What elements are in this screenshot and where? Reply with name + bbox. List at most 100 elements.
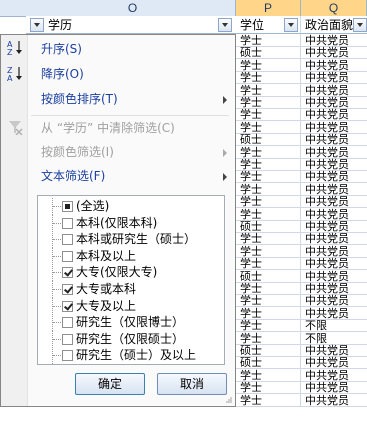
cell-degree[interactable]: 学士 — [236, 232, 301, 246]
cell-degree[interactable]: 学士 — [236, 306, 301, 320]
filter-dropdown-button-degree[interactable] — [284, 18, 298, 32]
menu-item-sort-descending[interactable]: 降序(O) — [27, 63, 235, 85]
filter-list-item[interactable]: 本科及以上 — [44, 247, 220, 265]
cell-political-status[interactable]: 中共党员 — [301, 183, 367, 196]
cell-degree[interactable]: 学士 — [236, 182, 301, 196]
filter-list-item[interactable]: 研究生（仅限硕士） — [44, 330, 220, 348]
cell-political-status[interactable]: 不限 — [301, 319, 367, 332]
menu-item-text-filters[interactable]: 文本筛选(F) — [27, 165, 235, 187]
cell-degree[interactable]: 学士 — [236, 34, 301, 47]
cell-degree[interactable]: 硕士 — [236, 220, 301, 233]
checkbox[interactable] — [62, 317, 73, 329]
cell-political-status[interactable]: 中共党员 — [301, 208, 367, 221]
checkbox[interactable] — [62, 250, 73, 262]
filter-list-item[interactable]: (全选) — [44, 198, 220, 215]
cell-political-status[interactable]: 中共党员 — [301, 394, 367, 407]
cell-political-status[interactable]: 中共党员 — [301, 369, 367, 382]
cell-degree[interactable]: 硕士 — [236, 133, 301, 147]
filter-list-item[interactable]: 大专(仅限大专) — [44, 264, 220, 282]
cell-political-status[interactable]: 中共党员 — [301, 245, 367, 258]
cell-degree[interactable]: 硕士 — [236, 46, 301, 60]
cell-degree[interactable]: 学士 — [236, 368, 301, 382]
cell-degree[interactable]: 学士 — [236, 294, 301, 308]
cell-political-status[interactable]: 中共党员 — [301, 232, 367, 245]
cell-political-status[interactable]: 中共党员 — [301, 96, 367, 109]
cell-political-status[interactable]: 不限 — [301, 332, 367, 345]
cell-political-status[interactable]: 中共党员 — [301, 158, 367, 171]
cell-political-status[interactable]: 中共党员 — [301, 344, 367, 357]
filter-list-item[interactable]: 大专及以上 — [44, 297, 220, 315]
checkbox[interactable] — [62, 284, 73, 295]
cell-degree[interactable]: 学士 — [236, 207, 301, 221]
checkbox[interactable] — [62, 201, 73, 212]
filter-list-item[interactable]: 大专或本科 — [44, 281, 220, 298]
resize-grip-icon[interactable] — [225, 396, 233, 404]
column-letter-o[interactable]: O — [30, 0, 236, 16]
menu-item-clear-filter[interactable]: 从 “学历” 中清除筛选(C) — [27, 117, 235, 139]
cell-political-status[interactable]: 中共党员 — [301, 294, 367, 307]
cell-degree[interactable]: 学士 — [236, 331, 301, 345]
cell-political-status[interactable]: 中共党员 — [301, 257, 367, 270]
table-row: 学士 中共党员 — [236, 158, 367, 171]
column-letter-q[interactable]: Q — [301, 0, 367, 16]
filter-list-item[interactable]: 研究生（硕士）及以上 — [44, 347, 220, 365]
cell-political-status[interactable]: 中共党员 — [301, 146, 367, 159]
cell-degree[interactable]: 学士 — [236, 257, 301, 271]
cell-degree[interactable]: 硕士 — [236, 356, 301, 370]
cell-degree[interactable]: 学士 — [236, 108, 301, 122]
column-letter-p[interactable]: P — [236, 0, 301, 16]
cell-degree[interactable]: 学士 — [236, 282, 301, 295]
cell-political-status[interactable]: 中共党员 — [301, 108, 367, 121]
table-row: 硕士 中共党员 — [236, 269, 367, 283]
cell-degree[interactable]: 学士 — [236, 244, 301, 258]
checkbox[interactable] — [62, 267, 73, 279]
filter-dropdown-button-political-status[interactable] — [353, 18, 367, 32]
cell-degree[interactable]: 学士 — [236, 120, 301, 134]
cell-degree[interactable]: 学士 — [236, 71, 301, 85]
cell-political-status[interactable]: 中共党员 — [301, 133, 367, 146]
filter-dropdown-button-education[interactable] — [30, 18, 44, 32]
cell-political-status[interactable]: 中共党员 — [301, 381, 367, 394]
checkbox[interactable] — [62, 300, 73, 312]
cell-political-status[interactable]: 中共党员 — [301, 170, 367, 183]
checkbox[interactable] — [62, 234, 73, 246]
cell-degree[interactable]: 学士 — [236, 381, 301, 395]
cell-political-status[interactable]: 中共党员 — [301, 307, 367, 320]
cell-degree[interactable]: 学士 — [236, 195, 301, 209]
cell-degree[interactable]: 学士 — [236, 170, 301, 184]
cell-degree[interactable]: 学士 — [236, 58, 301, 72]
cell-political-status[interactable]: 中共党员 — [301, 282, 367, 295]
filter-list-item[interactable]: 研究生（仅限博士） — [44, 314, 220, 332]
menu-item-filter-by-color[interactable]: 按颜色筛选(I) — [27, 141, 235, 163]
cell-political-status[interactable]: 中共党员 — [301, 356, 367, 369]
cell-political-status[interactable]: 中共党员 — [301, 71, 367, 84]
filter-values-list[interactable]: (全选) 本科(仅限本科) 本科或研究生（硕士） 本科及以上 大专(仅限大专) 大专或本科… — [37, 195, 225, 365]
filter-item-label: 大专或本科 — [76, 282, 137, 296]
cell-degree[interactable]: 硕士 — [236, 269, 301, 283]
filter-dropdown-button-o[interactable] — [218, 18, 232, 32]
filter-list-item[interactable]: 本科(仅限本科) — [44, 214, 220, 232]
menu-item-sort-ascending[interactable]: 升序(S) — [27, 38, 235, 60]
cell-degree[interactable]: 学士 — [236, 158, 301, 171]
filter-list-item[interactable]: 本科或研究生（硕士） — [44, 231, 220, 249]
cell-political-status[interactable]: 中共党员 — [301, 34, 367, 47]
cell-political-status[interactable]: 中共党员 — [301, 84, 367, 97]
cell-degree[interactable]: 硕士 — [236, 344, 301, 357]
cell-political-status[interactable]: 中共党员 — [301, 270, 367, 283]
cell-political-status[interactable]: 中共党员 — [301, 59, 367, 72]
checkbox[interactable] — [62, 333, 73, 345]
checkbox[interactable] — [62, 350, 73, 362]
cell-degree[interactable]: 学士 — [236, 393, 301, 407]
cell-political-status[interactable]: 中共党员 — [301, 220, 367, 233]
cell-degree[interactable]: 学士 — [236, 145, 301, 159]
checkbox[interactable] — [62, 217, 73, 229]
cell-political-status[interactable]: 中共党员 — [301, 195, 367, 208]
cancel-button[interactable]: 取消 — [157, 373, 227, 395]
cell-political-status[interactable]: 中共党员 — [301, 121, 367, 134]
cell-degree[interactable]: 学士 — [236, 96, 301, 109]
menu-item-sort-by-color[interactable]: 按颜色排序(T) — [27, 88, 235, 110]
cell-degree[interactable]: 学士 — [236, 83, 301, 97]
cell-degree[interactable]: 学士 — [236, 319, 301, 333]
ok-button[interactable]: 确定 — [75, 373, 145, 395]
cell-political-status[interactable]: 中共党员 — [301, 46, 367, 59]
